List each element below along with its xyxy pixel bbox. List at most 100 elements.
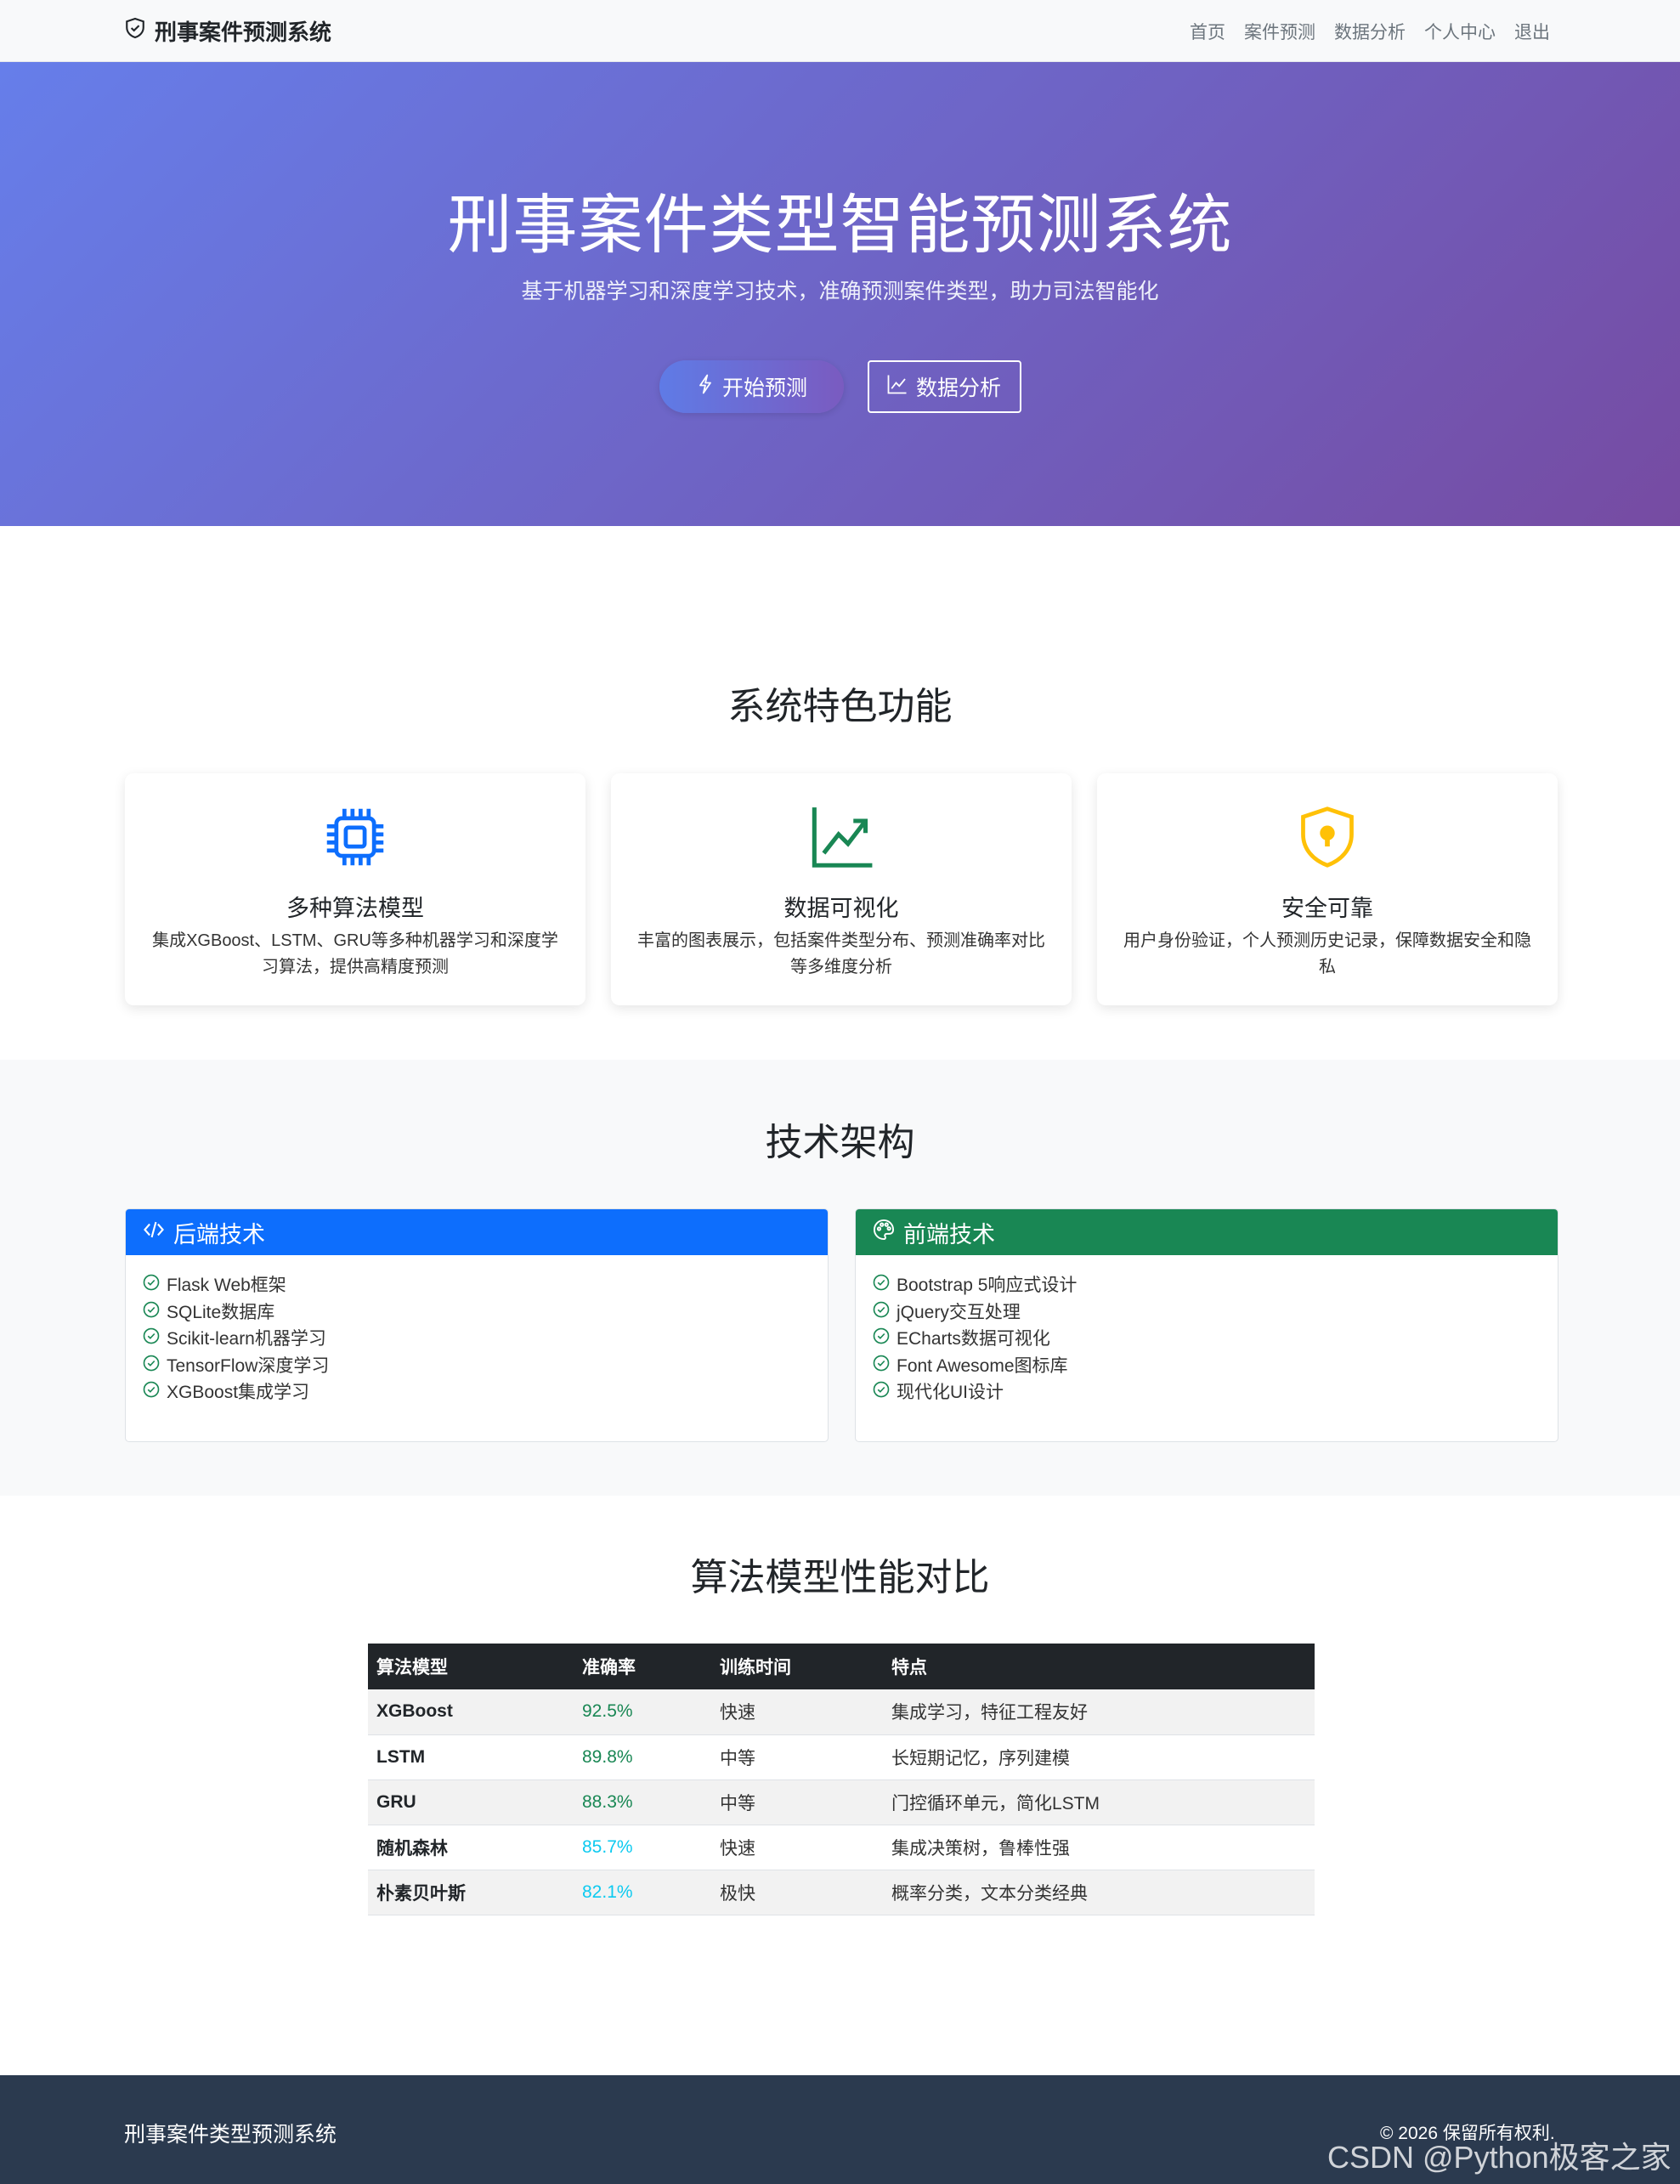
check-circle-icon	[143, 1379, 160, 1406]
list-item-label: 现代化UI设计	[897, 1383, 1004, 1402]
feature-card-visualization: 数据可视化 丰富的图表展示，包括案件类型分布、预测准确率对比等多维度分析	[611, 773, 1072, 1005]
feature-desc: 丰富的图表展示，包括案件类型分布、预测准确率对比等多维度分析	[637, 931, 1045, 976]
cell-accuracy: 92.5%	[574, 1689, 711, 1735]
feature-card-algorithms: 多种算法模型 集成XGBoost、LSTM、GRU等多种机器学习和深度学习算法，…	[125, 773, 585, 1005]
cell-time: 极快	[711, 1870, 883, 1915]
nav-home[interactable]: 首页	[1190, 19, 1225, 44]
features-title: 系统特色功能	[727, 686, 953, 727]
cell-time: 中等	[711, 1779, 883, 1825]
backend-list: Flask Web框架 SQLite数据库 Scikit-learn机器学习 T…	[126, 1255, 828, 1406]
check-circle-icon	[873, 1353, 890, 1380]
cell-accuracy: 82.1%	[574, 1870, 711, 1915]
column-header: 特点	[883, 1644, 1315, 1689]
table-row: GRU 88.3% 中等 门控循环单元，简化LSTM	[368, 1779, 1315, 1825]
shield-lock-icon	[1097, 804, 1558, 870]
list-item: 现代化UI设计	[873, 1379, 1558, 1406]
check-circle-icon	[873, 1299, 890, 1327]
cell-feature: 集成学习，特征工程友好	[883, 1689, 1315, 1735]
brand[interactable]: 刑事案件预测系统	[124, 0, 331, 62]
list-item-label: jQuery交互处理	[897, 1302, 1021, 1322]
cell-model: XGBoost	[368, 1689, 574, 1735]
shield-check-icon	[124, 16, 146, 46]
list-item: Font Awesome图标库	[873, 1353, 1558, 1380]
nav-predict[interactable]: 案件预测	[1244, 19, 1315, 44]
check-circle-icon	[873, 1326, 890, 1353]
graph-icon	[887, 374, 908, 400]
check-circle-icon	[143, 1299, 160, 1327]
feature-title: 数据可视化	[783, 896, 899, 921]
feature-desc: 集成XGBoost、LSTM、GRU等多种机器学习和深度学习算法，提供高精度预测	[152, 931, 558, 976]
performance-table: 算法模型 准确率 训练时间 特点 XGBoost 92.5% 快速 集成学习，特征工程…	[368, 1644, 1315, 1915]
check-circle-icon	[873, 1272, 890, 1299]
cell-time: 快速	[711, 1689, 883, 1735]
data-analysis-label: 数据分析	[915, 376, 1001, 400]
table-body: XGBoost 92.5% 快速 集成学习，特征工程友好 LSTM 89.8% 中等 长短期记…	[368, 1689, 1315, 1915]
list-item: Flask Web框架	[143, 1272, 828, 1299]
cell-model: GRU	[368, 1779, 574, 1825]
feature-title: 安全可靠	[1281, 896, 1373, 921]
performance-title: 算法模型性能对比	[690, 1557, 990, 1598]
watermark: CSDN @Python极客之家	[1327, 2140, 1672, 2175]
nav-logout[interactable]: 退出	[1514, 19, 1550, 44]
cell-accuracy: 89.8%	[574, 1734, 711, 1780]
table-header-row: 算法模型 准确率 训练时间 特点	[368, 1644, 1315, 1689]
check-circle-icon	[143, 1272, 160, 1299]
navbar: 刑事案件预测系统 首页 案件预测 数据分析 个人中心 退出	[0, 0, 1680, 62]
palette-icon	[873, 1219, 895, 1247]
frontend-header: 前端技术	[856, 1209, 1558, 1255]
list-item-label: ECharts数据可视化	[897, 1329, 1050, 1349]
start-predict-button[interactable]: 开始预测	[659, 360, 844, 413]
footer-name: 刑事案件类型预测系统	[124, 2123, 337, 2147]
tech-title: 技术架构	[765, 1122, 915, 1163]
list-item: TensorFlow深度学习	[143, 1353, 828, 1380]
frontend-header-label: 前端技术	[903, 1221, 995, 1248]
list-item-label: Bootstrap 5响应式设计	[897, 1276, 1078, 1295]
list-item-label: Scikit-learn机器学习	[167, 1329, 326, 1349]
list-item-label: TensorFlow深度学习	[167, 1355, 330, 1376]
column-header: 算法模型	[368, 1644, 574, 1689]
cell-model: 随机森林	[368, 1825, 574, 1870]
cell-accuracy: 88.3%	[574, 1779, 711, 1825]
feature-title: 多种算法模型	[286, 896, 424, 921]
cell-accuracy: 85.7%	[574, 1825, 711, 1870]
nav-links: 首页 案件预测 数据分析 个人中心 退出	[1190, 0, 1550, 62]
data-analysis-button[interactable]: 数据分析	[867, 360, 1021, 413]
list-item: SQLite数据库	[143, 1299, 828, 1327]
cell-feature: 长短期记忆，序列建模	[883, 1734, 1315, 1780]
list-item: Scikit-learn机器学习	[143, 1326, 828, 1353]
nav-profile[interactable]: 个人中心	[1424, 19, 1496, 44]
cell-feature: 门控循环单元，简化LSTM	[883, 1779, 1315, 1825]
hero: 刑事案件类型智能预测系统 基于机器学习和深度学习技术，准确预测案件类型，助力司法…	[0, 62, 1680, 526]
check-circle-icon	[873, 1379, 890, 1406]
list-item-label: SQLite数据库	[167, 1302, 275, 1322]
column-header: 准确率	[574, 1644, 711, 1689]
frontend-list: Bootstrap 5响应式设计 jQuery交互处理 ECharts数据可视化…	[856, 1255, 1558, 1406]
column-header: 训练时间	[711, 1644, 883, 1689]
frontend-card: 前端技术 Bootstrap 5响应式设计 jQuery交互处理 ECharts…	[855, 1208, 1558, 1442]
cell-model: 朴素贝叶斯	[368, 1870, 574, 1915]
table-row: XGBoost 92.5% 快速 集成学习，特征工程友好	[368, 1689, 1315, 1735]
brand-text: 刑事案件预测系统	[155, 20, 332, 45]
cell-time: 中等	[711, 1734, 883, 1780]
list-item-label: Flask Web框架	[167, 1276, 286, 1295]
backend-card: 后端技术 Flask Web框架 SQLite数据库 Scikit-learn机…	[125, 1208, 829, 1442]
feature-card-security: 安全可靠 用户身份验证，个人预测历史记录，保障数据安全和隐私	[1097, 773, 1558, 1005]
cell-feature: 集成决策树，鲁棒性强	[883, 1825, 1315, 1870]
cpu-icon	[125, 804, 585, 870]
table-row: LSTM 89.8% 中等 长短期记忆，序列建模	[368, 1734, 1315, 1780]
check-circle-icon	[143, 1326, 160, 1353]
list-item-label: XGBoost集成学习	[167, 1383, 310, 1402]
nav-analysis[interactable]: 数据分析	[1334, 19, 1406, 44]
feature-desc: 用户身份验证，个人预测历史记录，保障数据安全和隐私	[1123, 931, 1531, 976]
cell-model: LSTM	[368, 1734, 574, 1780]
lightning-icon	[695, 374, 716, 400]
backend-header: 后端技术	[126, 1209, 828, 1255]
graph-up-icon	[611, 804, 1072, 870]
table-row: 随机森林 85.7% 快速 集成决策树，鲁棒性强	[368, 1825, 1315, 1870]
hero-subtitle: 基于机器学习和深度学习技术，准确预测案件类型，助力司法智能化	[521, 280, 1159, 303]
code-slash-icon	[143, 1219, 165, 1247]
list-item: ECharts数据可视化	[873, 1326, 1558, 1353]
hero-title: 刑事案件类型智能预测系统	[447, 190, 1233, 262]
start-predict-label: 开始预测	[721, 376, 807, 400]
cell-time: 快速	[711, 1825, 883, 1870]
